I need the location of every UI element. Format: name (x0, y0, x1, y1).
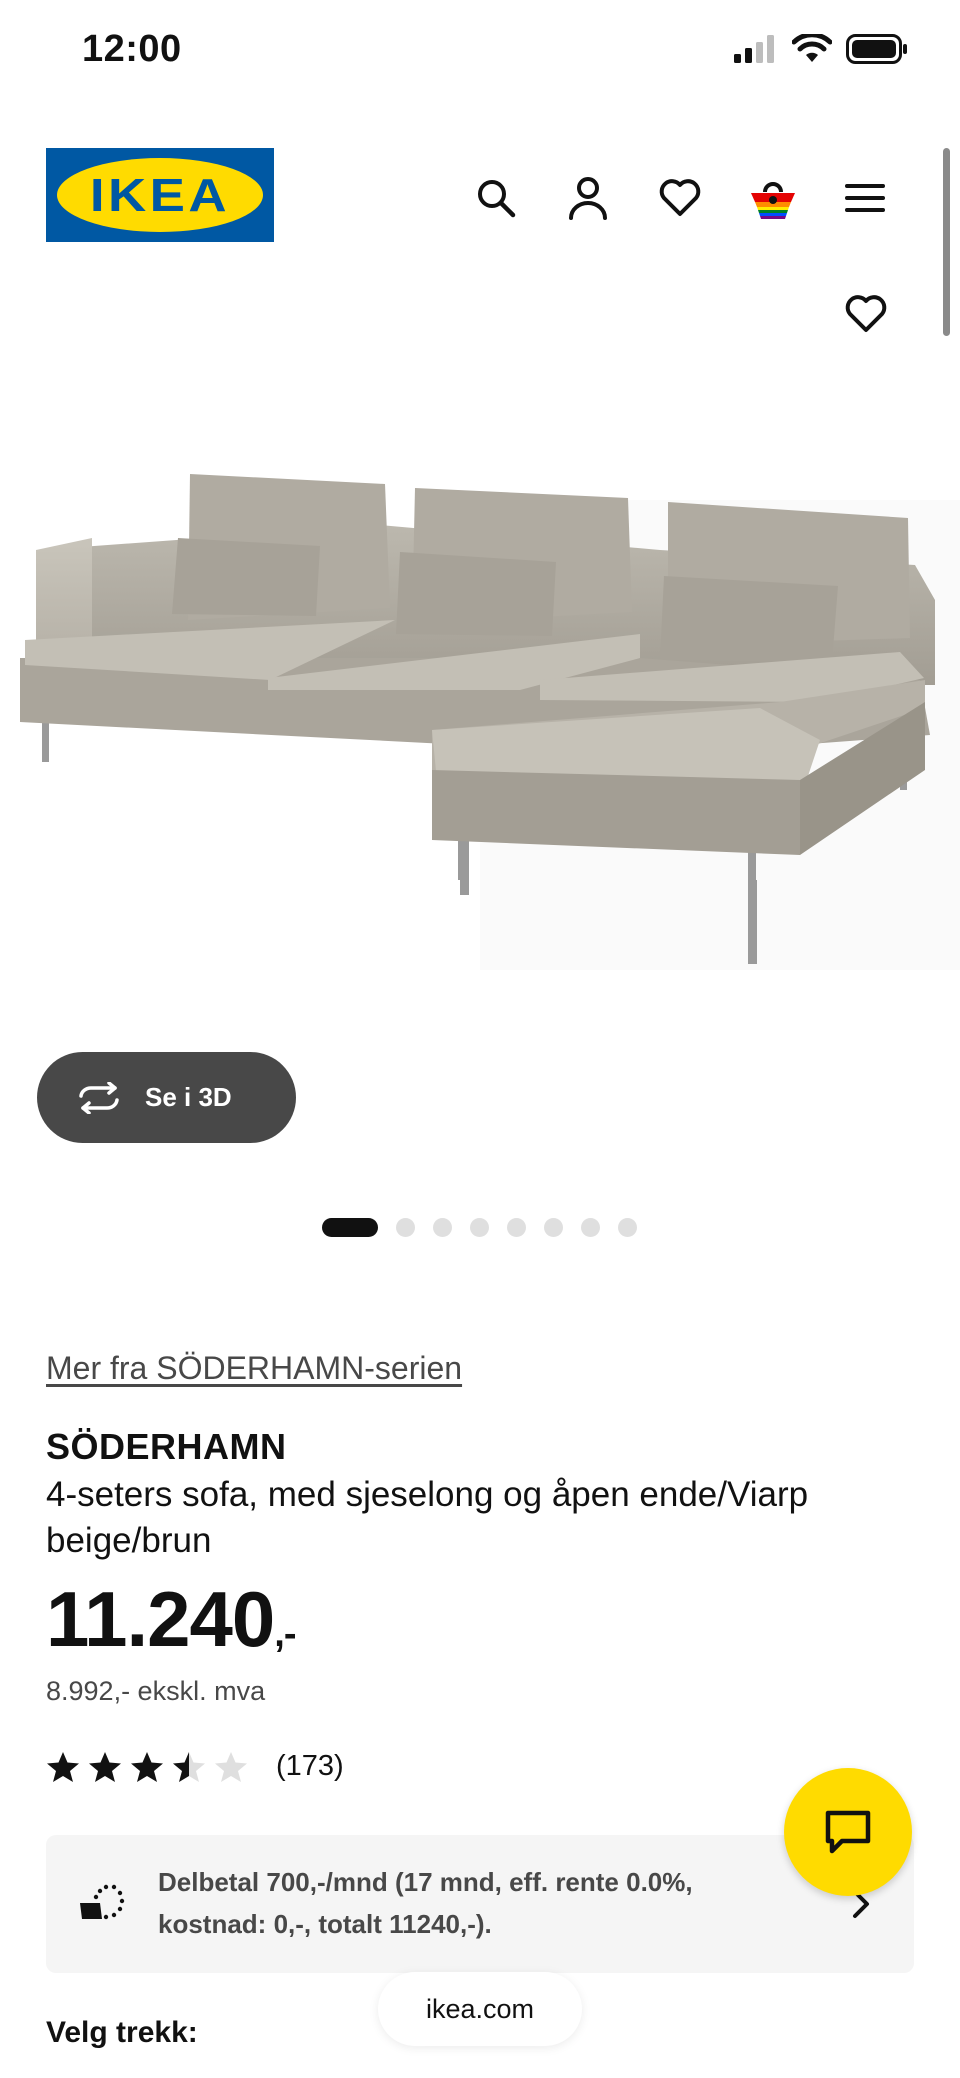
wifi-icon (792, 34, 832, 62)
add-to-favorites-button[interactable] (838, 286, 894, 342)
view-in-3d-button[interactable]: Se i 3D (37, 1052, 296, 1143)
scrollbar-thumb[interactable] (943, 148, 950, 336)
battery-icon (846, 34, 907, 64)
rating-count: (173) (276, 1750, 344, 1782)
carousel-dot[interactable] (470, 1218, 489, 1237)
product-image[interactable] (0, 440, 960, 1040)
chat-button[interactable] (784, 1768, 912, 1896)
favorites-icon[interactable] (652, 170, 708, 226)
financing-offer[interactable]: Delbetal 700,-/mnd (17 mnd, eff. rente 0… (46, 1835, 914, 1973)
profile-icon[interactable] (560, 170, 616, 226)
star-full-icon (131, 1751, 163, 1782)
menu-icon[interactable] (837, 170, 893, 226)
heart-icon (845, 295, 887, 332)
site-header: IKEA (0, 110, 960, 280)
product-description: 4-seters sofa, med sjeselong og åpen end… (46, 1475, 809, 1560)
carousel-dot[interactable] (618, 1218, 637, 1237)
status-time: 12:00 (82, 28, 182, 70)
star-full-icon (89, 1751, 121, 1782)
price-excl-vat: 8.992,- ekskl. mva (46, 1676, 266, 1706)
product-rating[interactable]: (173) (46, 1750, 344, 1783)
payment-plan-icon (80, 1884, 125, 1920)
carousel-dot[interactable] (322, 1218, 378, 1237)
status-bar: 12:00 (0, 0, 960, 110)
view-in-3d-label: Se i 3D (145, 1082, 232, 1112)
search-icon[interactable] (468, 170, 524, 226)
logo-text: IKEA (89, 169, 231, 221)
image-carousel-dots (322, 1218, 637, 1237)
ikea-logo[interactable]: IKEA (46, 148, 274, 242)
carousel-dot[interactable] (581, 1218, 600, 1237)
star-empty-icon (215, 1751, 247, 1782)
choose-cover-label: Velg trekk: (46, 2016, 198, 2049)
financing-text: Delbetal 700,-/mnd (17 mnd, eff. rente 0… (158, 1867, 693, 1939)
rotate-3d-icon (79, 1081, 119, 1114)
product-price: 11.240,- (46, 1574, 297, 1665)
carousel-dot[interactable] (507, 1218, 526, 1237)
browser-url-bar[interactable]: ikea.com (378, 1972, 582, 2046)
chat-bubble-icon (825, 1810, 871, 1854)
product-name: SÖDERHAMN (46, 1426, 287, 1467)
status-icons (734, 34, 908, 64)
cart-icon[interactable] (745, 170, 801, 226)
logo-oval: IKEA (57, 158, 263, 232)
price-suffix: ,- (274, 1613, 296, 1655)
series-link[interactable]: Mer fra SÖDERHAMN-serien (46, 1350, 462, 1387)
star-half-icon (173, 1751, 205, 1782)
carousel-dot[interactable] (433, 1218, 452, 1237)
carousel-dot[interactable] (544, 1218, 563, 1237)
url-text: ikea.com (425, 1993, 535, 2024)
signal-icon (734, 35, 774, 63)
price-main: 11.240 (46, 1575, 275, 1663)
star-full-icon (47, 1751, 79, 1782)
carousel-dot[interactable] (396, 1218, 415, 1237)
